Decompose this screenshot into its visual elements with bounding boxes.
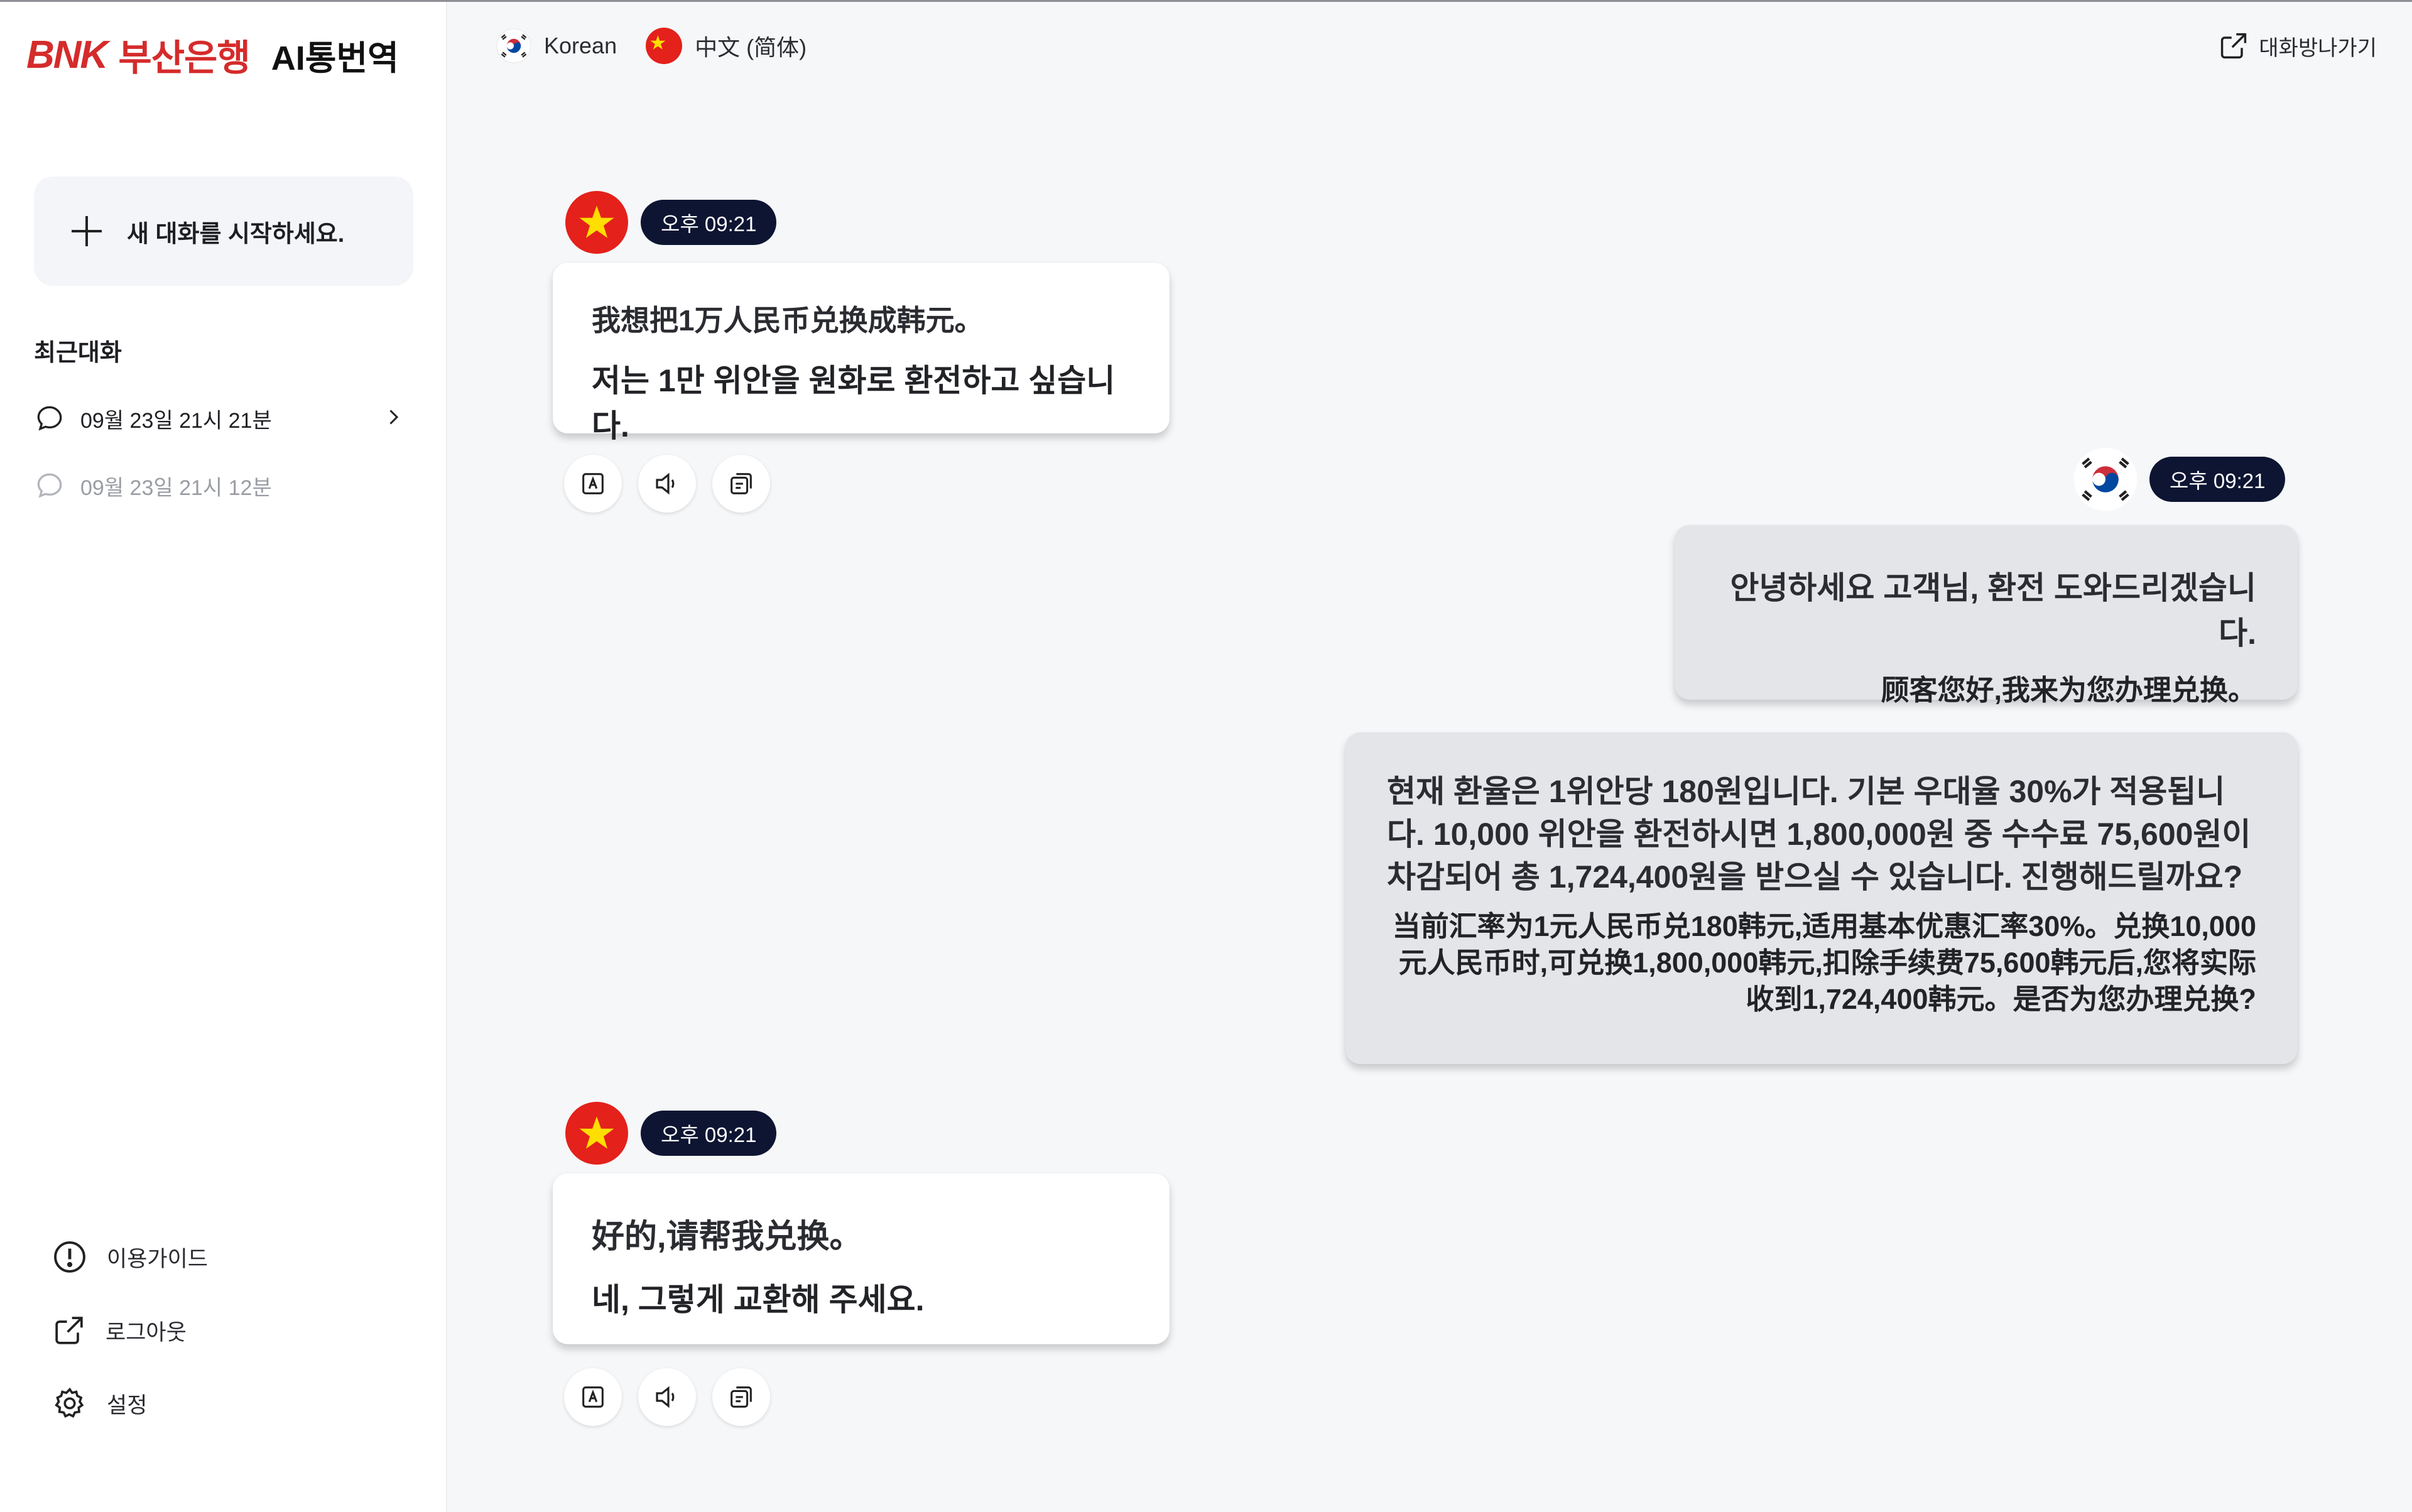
speak-button[interactable] [638, 1368, 696, 1426]
new-chat-label: 새 대화를 시작하세요. [127, 220, 345, 247]
message-translated-text: 当前汇率为1元人民币兑180韩元,适用基本优惠汇率30%。兑换10,000元人民… [1392, 910, 2256, 1015]
guide-label: 이용가이드 [107, 1246, 209, 1271]
message-bubble: 안녕하세요 고객님, 환전 도와드리겠습니다. 顾客您好,我来为您办理兑换。 [1675, 525, 2298, 706]
china-flag-icon [646, 28, 683, 64]
text-a-icon [582, 473, 604, 494]
text-view-button[interactable] [564, 1368, 622, 1426]
message-translated-text: 顾客您好,我来为您办理兑换。 [1881, 674, 2256, 706]
message-bubble: 현재 환율은 1위안당 180원입니다. 기본 우대율 30%가 적용됩니다. … [1345, 732, 2298, 1064]
message-translated-text: 네, 그렇게 교환해 주세요. [592, 1282, 925, 1317]
gear-icon [55, 1387, 84, 1418]
leave-chat-button[interactable]: 대화방나가기 [2217, 24, 2377, 68]
china-flag-avatar [565, 1102, 628, 1165]
speak-button[interactable] [638, 455, 696, 513]
product-name: AI통번역 [271, 39, 399, 77]
message-time: 오후 09:21 [641, 1111, 777, 1156]
message-original-text: 我想把1万人民币兑换成韩元。 [592, 304, 984, 337]
copy-button[interactable] [712, 1368, 770, 1426]
language-selector[interactable]: Korean 中文 (简体) [496, 24, 835, 68]
korea-flag-icon [496, 28, 531, 63]
message-bubble: 好的,请帮我兑换。 네, 그렇게 교환해 주세요. [553, 1173, 1170, 1344]
logout-label: 로그아웃 [106, 1320, 187, 1345]
korea-flag-avatar [2073, 447, 2138, 511]
external-link-icon [2221, 33, 2247, 59]
logout-link[interactable]: 로그아웃 [52, 1308, 187, 1352]
text-a-icon [582, 1386, 604, 1408]
message-time: 오후 09:21 [641, 200, 777, 245]
message-bubble: 我想把1万人民币兑换成韩元。 저는 1만 위안을 원화로 환전하고 싶습니다. [553, 263, 1170, 443]
china-flag-avatar [565, 191, 628, 254]
chat-bubble-icon [37, 473, 62, 498]
message-actions [564, 455, 786, 513]
message-original-text: 안녕하세요 고객님, 환전 도와드리겠습니다. [1730, 570, 2256, 651]
text-view-button[interactable] [564, 455, 622, 513]
leave-chat-label: 대화방나가기 [2259, 36, 2377, 60]
message-translated-text: 저는 1만 위안을 원화로 환전하고 싶습니다. [592, 363, 1116, 443]
recent-chat-item[interactable]: 09월 23일 21시 21분 [34, 393, 411, 443]
logo-bnk: BNK [26, 33, 108, 77]
sidebar: BNK 부산은행 AI통번역 새 대화를 시작하세요. 최근대화 09월 23일… [0, 2, 447, 1512]
message-time: 오후 09:21 [2149, 457, 2286, 502]
guide-link[interactable]: 이용가이드 [52, 1235, 208, 1279]
message-original-text: 好的,请帮我兑换。 [592, 1219, 862, 1255]
external-link-icon [55, 1317, 83, 1344]
recent-chat-label: 09월 23일 21시 21분 [80, 408, 272, 433]
logo-bank-name: 부산은행 [118, 38, 250, 79]
speaker-icon [656, 472, 675, 495]
speaker-icon [656, 1386, 675, 1408]
info-icon [54, 1241, 85, 1273]
copy-icon [731, 1386, 752, 1408]
recent-chat-item[interactable]: 09월 23일 21시 12분 [34, 460, 411, 511]
settings-link[interactable]: 설정 [52, 1381, 147, 1425]
brand-logo[interactable]: BNK 부산은행 AI통번역 [26, 30, 399, 80]
recent-chats-title: 최근대화 [34, 340, 122, 366]
copy-icon [731, 473, 752, 494]
new-chat-button[interactable]: 새 대화를 시작하세요. [34, 177, 413, 286]
settings-label: 설정 [107, 1393, 148, 1418]
chevron-right-icon [389, 410, 399, 425]
message-actions [564, 1368, 786, 1426]
target-language-label: 中文 (简体) [695, 35, 807, 60]
plus-icon [72, 216, 102, 246]
message-original-text: 현재 환율은 1위안당 180원입니다. 기본 우대율 30%가 적용됩니다. … [1387, 774, 2251, 895]
recent-chat-label: 09월 23일 21시 12분 [80, 476, 272, 500]
chat-bubble-icon [37, 406, 62, 431]
copy-button[interactable] [712, 455, 770, 513]
source-language-label: Korean [544, 33, 617, 58]
